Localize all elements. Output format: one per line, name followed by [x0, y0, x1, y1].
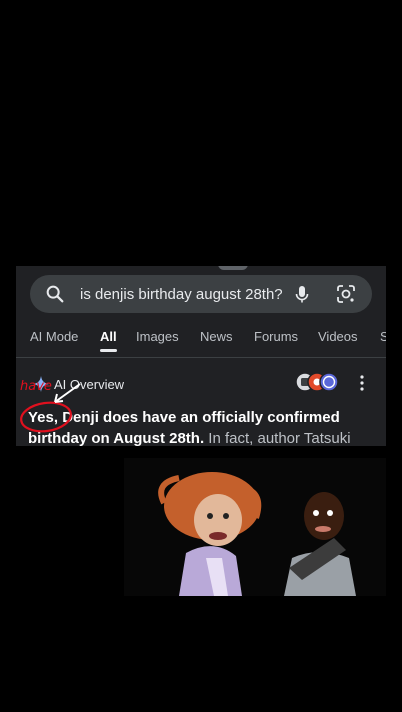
google-lens-icon[interactable]: [336, 284, 356, 304]
drag-handle: [218, 266, 248, 270]
answer-continuation: In fact, author Tatsuki: [204, 430, 351, 446]
tab-videos[interactable]: Videos: [318, 329, 358, 344]
search-results-screenshot: is denjis birthday august 28th? AI Mode …: [16, 266, 386, 446]
source-favicons[interactable]: [295, 372, 343, 392]
puppet-video-frame: [124, 458, 386, 596]
microphone-icon[interactable]: [292, 284, 312, 304]
more-options-icon[interactable]: [358, 374, 366, 392]
tab-ai-mode[interactable]: AI Mode: [30, 329, 78, 344]
puppet-image: [124, 458, 386, 596]
tab-news[interactable]: News: [200, 329, 233, 344]
tab-shopping-partial[interactable]: S: [380, 329, 386, 344]
tab-all[interactable]: All: [100, 329, 117, 352]
tab-images[interactable]: Images: [136, 329, 179, 344]
ai-sparkle-icon: [33, 376, 49, 392]
tabs-divider: [16, 357, 386, 358]
search-query[interactable]: is denjis birthday august 28th?: [80, 286, 283, 303]
ai-overview-header: AI Overview: [32, 374, 124, 394]
search-tabs: AI Mode All Images News Forums Videos S: [16, 326, 386, 358]
ai-answer-text: Yes, Denji does have an officially confi…: [28, 407, 378, 446]
tab-forums[interactable]: Forums: [254, 329, 298, 344]
search-icon: [46, 285, 64, 303]
ai-overview-title: AI Overview: [54, 376, 125, 392]
search-bar[interactable]: is denjis birthday august 28th?: [30, 275, 372, 313]
